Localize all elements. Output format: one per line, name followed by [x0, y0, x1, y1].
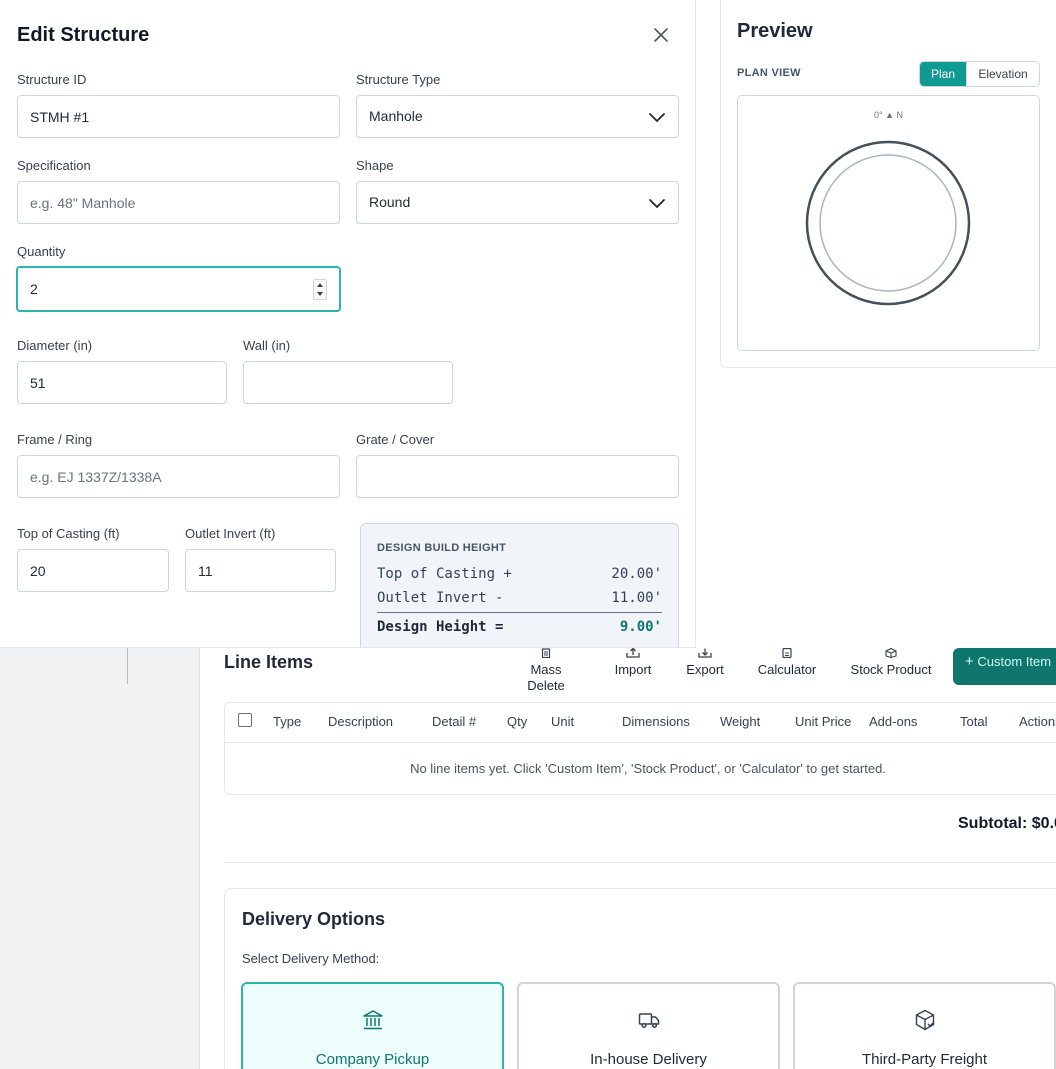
structure-type-select[interactable]: Manhole: [356, 95, 679, 138]
shape-label: Shape: [356, 158, 394, 173]
inner-wall-circle: [819, 154, 957, 292]
wall-input[interactable]: [243, 361, 453, 404]
design-build-height-panel: DESIGN BUILD HEIGHT Top of Casting + 20.…: [360, 523, 679, 647]
calc-row-value: 20.00': [611, 566, 662, 582]
calc-divider: [377, 612, 662, 613]
calc-row-label: Top of Casting +: [377, 566, 512, 582]
wall-label: Wall (in): [243, 338, 291, 353]
grate-cover-input[interactable]: [356, 455, 679, 498]
preview-panel: Preview PLAN VIEW Plan Elevation 0° ▲ N: [720, 0, 1056, 368]
design-height-total-value: 9.00': [619, 619, 662, 635]
design-height-title: DESIGN BUILD HEIGHT: [377, 542, 507, 554]
plan-view-canvas: 0° ▲ N: [737, 95, 1040, 351]
preview-title: Preview: [737, 20, 813, 42]
close-icon: [654, 28, 668, 42]
increment-arrow-icon[interactable]: [317, 283, 323, 287]
quantity-label: Quantity: [17, 244, 66, 259]
modal-title: Edit Structure: [17, 24, 150, 46]
quantity-stepper[interactable]: 2: [16, 266, 341, 312]
quantity-value: 2: [30, 281, 38, 297]
calc-row-label: Outlet Invert -: [377, 590, 504, 606]
top-of-casting-label: Top of Casting (ft): [17, 526, 120, 541]
structure-id-input[interactable]: [17, 95, 340, 138]
decrement-arrow-icon[interactable]: [317, 292, 323, 296]
shape-select[interactable]: Round: [356, 181, 679, 224]
edit-structure-modal: Edit Structure Structure ID Structure Ty…: [0, 0, 696, 648]
elevation-toggle-button[interactable]: Elevation: [966, 62, 1039, 86]
chevron-down-icon: [649, 113, 665, 122]
structure-type-value: Manhole: [369, 108, 423, 124]
manhole-plan-drawing: [805, 140, 971, 306]
plan-toggle-button[interactable]: Plan: [920, 62, 966, 86]
specification-label: Specification: [17, 158, 91, 173]
close-button[interactable]: [650, 24, 672, 46]
grate-cover-label: Grate / Cover: [356, 432, 435, 447]
design-height-total-label: Design Height =: [377, 619, 504, 635]
calc-row: Top of Casting + 20.00': [377, 566, 662, 582]
top-of-casting-input[interactable]: [17, 549, 169, 592]
diameter-label: Diameter (in): [17, 338, 93, 353]
frame-ring-label: Frame / Ring: [17, 432, 93, 447]
quantity-spinner[interactable]: [313, 279, 327, 300]
outlet-invert-label: Outlet Invert (ft): [185, 526, 276, 541]
shape-value: Round: [369, 194, 411, 210]
outlet-invert-input[interactable]: [185, 549, 336, 592]
outer-wall-circle: [805, 140, 971, 306]
diameter-input[interactable]: [17, 361, 227, 404]
plan-view-label: PLAN VIEW: [737, 67, 801, 79]
chevron-down-icon: [649, 199, 665, 208]
structure-id-label: Structure ID: [17, 72, 87, 87]
calc-row-value: 11.00': [611, 590, 662, 606]
specification-input[interactable]: [17, 181, 340, 224]
design-height-total: Design Height = 9.00': [377, 619, 662, 635]
frame-ring-input[interactable]: [17, 455, 340, 498]
view-toggle: Plan Elevation: [919, 61, 1040, 87]
calc-row: Outlet Invert - 11.00': [377, 590, 662, 606]
structure-type-label: Structure Type: [356, 72, 441, 87]
